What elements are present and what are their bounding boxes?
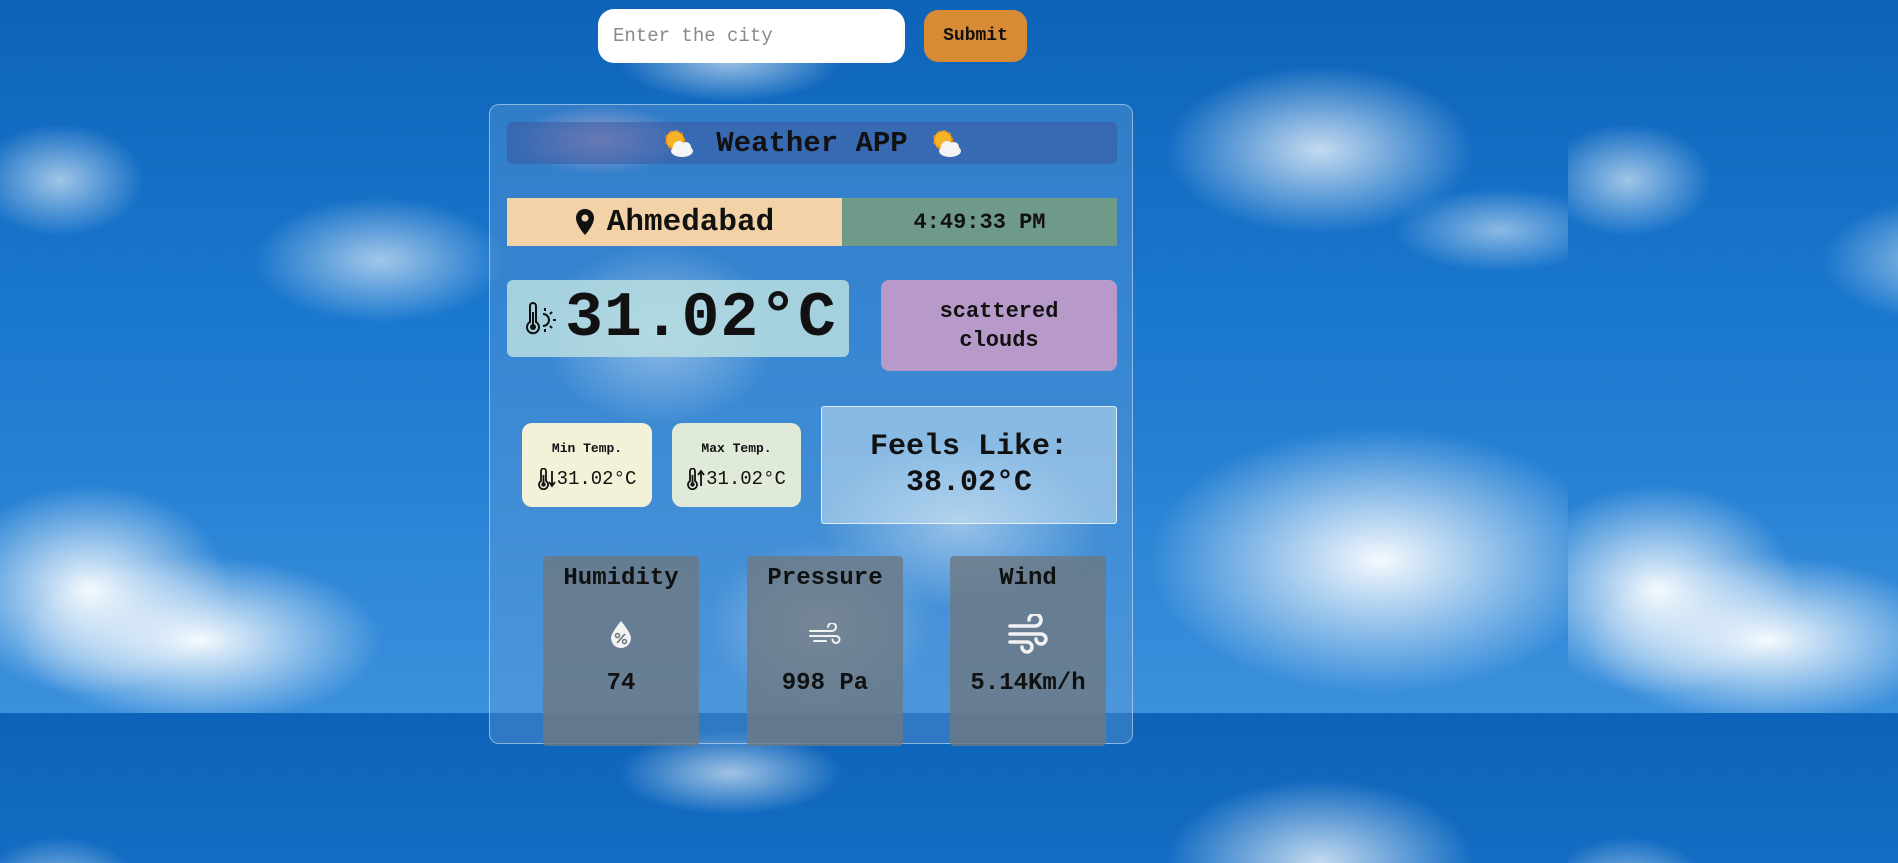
city-name: Ahmedabad [606, 204, 775, 240]
app-title-bar: Weather APP [507, 122, 1117, 164]
min-temp-value: 31.02°C [556, 467, 637, 490]
max-temp-card: Max Temp. 31.02°C [672, 423, 801, 507]
max-temp-value: 31.02°C [706, 467, 786, 490]
submit-button[interactable]: Submit [924, 10, 1027, 62]
thermometer-sun-icon [526, 301, 557, 334]
humidity-value: 74 [606, 670, 636, 697]
city-panel: Ahmedabad [507, 198, 842, 246]
wind-card: Wind 5.14Km/h [950, 556, 1106, 746]
humidity-label: Humidity [563, 565, 679, 592]
city-search-input[interactable] [598, 9, 905, 63]
current-time: 4:49:33 PM [913, 209, 1046, 235]
time-panel: 4:49:33 PM [842, 198, 1117, 246]
wind-icon [1008, 614, 1048, 654]
weather-description: scattered clouds [939, 298, 1059, 353]
thermometer-up-icon [687, 467, 705, 490]
map-pin-icon [575, 209, 594, 235]
min-temp-card: Min Temp. 31.02°C [522, 423, 652, 507]
pressure-value: 998 Pa [781, 670, 869, 697]
feels-like-label: Feels Like: [869, 430, 1069, 464]
app-title: Weather APP [716, 126, 908, 160]
sun-behind-cloud-icon [932, 130, 961, 157]
weather-description-panel: scattered clouds [881, 280, 1117, 371]
wind-label: Wind [999, 565, 1057, 592]
humidity-card: Humidity 74 [543, 556, 699, 746]
current-temperature: 31.02°C [565, 283, 837, 354]
wind-value: 5.14Km/h [970, 670, 1086, 697]
max-temp-label: Max Temp. [701, 440, 772, 456]
min-temp-label: Min Temp. [551, 440, 623, 456]
feels-like-value: 38.02°C [905, 466, 1033, 500]
pressure-card: Pressure 998 Pa [747, 556, 903, 746]
pressure-label: Pressure [767, 565, 883, 592]
feels-like-panel: Feels Like: 38.02°C [821, 406, 1117, 524]
sun-behind-cloud-icon [665, 130, 694, 157]
weather-card: Weather APP Ahmedabad 4:49:33 PM 31.02°C… [489, 104, 1133, 746]
temperature-panel: 31.02°C [507, 280, 849, 357]
thermometer-down-icon [537, 467, 556, 490]
pressure-wind-icon [809, 623, 841, 644]
humidity-drop-icon [611, 621, 631, 648]
